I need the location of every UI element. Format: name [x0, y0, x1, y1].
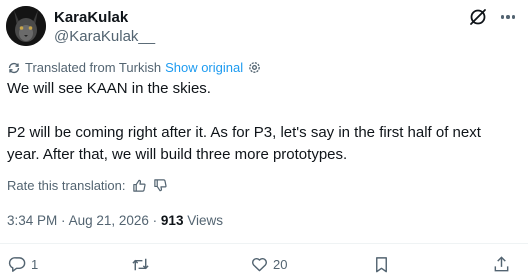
rate-translation-label: Rate this translation:	[7, 178, 126, 193]
meta-separator: ·	[152, 213, 158, 228]
tweet-meta: 3:34 PM · Aug 21, 2026 · 913 Views	[7, 213, 223, 228]
repost-button[interactable]	[131, 255, 154, 274]
reply-button[interactable]: 1	[8, 255, 38, 274]
views-count: 913	[160, 213, 184, 228]
meta-separator: ·	[61, 213, 66, 228]
share-button[interactable]	[492, 255, 511, 274]
tweet-text-line: year. After that, we will build three mo…	[7, 146, 348, 163]
bookmark-icon	[376, 257, 387, 273]
tweet-date[interactable]: Aug 21, 2026	[69, 213, 149, 228]
like-button[interactable]: 20	[250, 255, 287, 274]
author-display-name[interactable]: KaraKulak	[54, 9, 128, 26]
tweet-time[interactable]: 3:34 PM	[7, 213, 57, 228]
rate-translation: Rate this translation:	[7, 178, 168, 193]
tweet-text-line: P2 will be coming right after it. As for…	[7, 124, 481, 141]
bookmark-button[interactable]	[372, 255, 391, 274]
like-count: 20	[273, 257, 288, 272]
tweet-text-line: We will see KAAN in the skies.	[7, 80, 211, 97]
thumbs-up-icon[interactable]	[132, 178, 147, 193]
translated-label: Translated from Turkish	[25, 60, 162, 75]
caracal-avatar-image	[6, 6, 46, 46]
more-options-icon[interactable]	[496, 7, 520, 27]
thumbs-down-icon[interactable]	[153, 178, 168, 193]
repost-icon	[132, 258, 149, 271]
views-label: Views	[187, 213, 223, 228]
gear-icon[interactable]	[247, 60, 262, 75]
divider	[0, 243, 528, 244]
show-original-link[interactable]: Show original	[165, 60, 243, 75]
author-handle[interactable]: @KaraKulak__	[54, 28, 155, 45]
grok-icon[interactable]	[468, 7, 488, 27]
heart-icon	[252, 257, 267, 272]
reply-count: 1	[31, 257, 39, 272]
translation-bar: Translated from Turkish Show original	[7, 60, 262, 75]
translate-icon	[8, 62, 20, 73]
reply-icon	[8, 257, 26, 272]
avatar[interactable]	[6, 6, 46, 46]
share-icon	[494, 256, 509, 272]
